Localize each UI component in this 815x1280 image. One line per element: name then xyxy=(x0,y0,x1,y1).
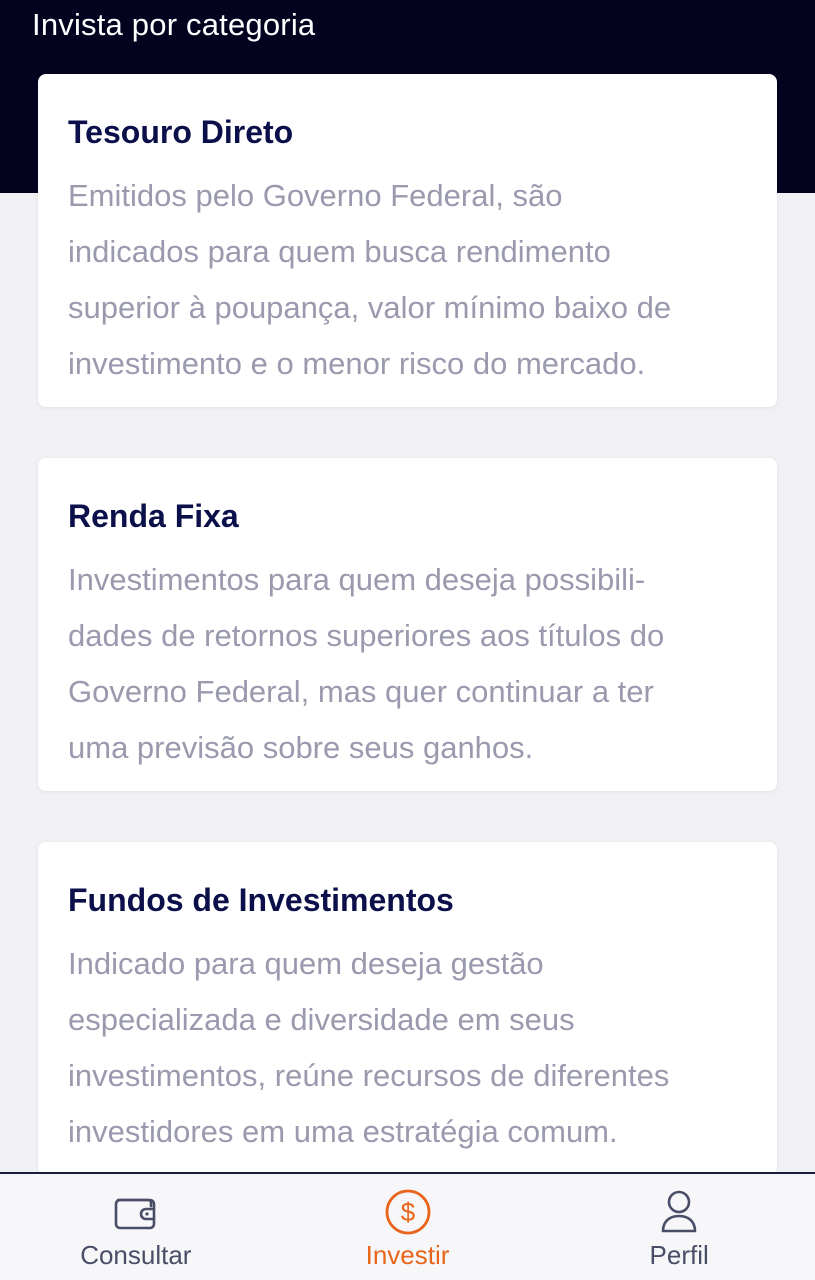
invest-screen: Invista por categoria Tesouro Direto Emi… xyxy=(0,0,815,1280)
user-icon xyxy=(654,1187,704,1237)
category-description: Indicado para quem deseja gestão especia… xyxy=(68,946,670,1149)
nav-item-perfil[interactable]: Perfil xyxy=(543,1174,815,1280)
category-list: Tesouro Direto Emitidos pelo Governo Fed… xyxy=(38,74,777,1226)
nav-label: Consultar xyxy=(80,1240,192,1270)
dollar-circle-icon: $ xyxy=(383,1187,433,1237)
page-title: Invista por categoria xyxy=(32,7,316,42)
svg-text:$: $ xyxy=(400,1197,415,1227)
category-title: Fundos de Investimentos xyxy=(68,882,454,918)
nav-label: Perfil xyxy=(649,1240,709,1270)
category-card-fundos-de-investimentos[interactable]: Fundos de Investimentos Indicado para qu… xyxy=(38,842,777,1175)
bottom-navigation: Consultar $ Investir Perfil xyxy=(0,1172,815,1280)
nav-label: Investir xyxy=(365,1240,450,1270)
nav-item-investir[interactable]: $ Investir xyxy=(272,1174,544,1280)
category-title: Tesouro Direto xyxy=(68,114,294,150)
category-title: Renda Fixa xyxy=(68,498,239,534)
category-description: Investimentos para quem deseja possibili… xyxy=(68,562,665,765)
category-card-renda-fixa[interactable]: Renda Fixa Investimentos para quem desej… xyxy=(38,458,777,791)
category-description: Emitidos pelo Governo Federal, são indic… xyxy=(68,178,672,381)
category-card-tesouro-direto[interactable]: Tesouro Direto Emitidos pelo Governo Fed… xyxy=(38,74,777,407)
nav-item-consultar[interactable]: Consultar xyxy=(0,1174,272,1280)
wallet-icon xyxy=(111,1187,161,1237)
